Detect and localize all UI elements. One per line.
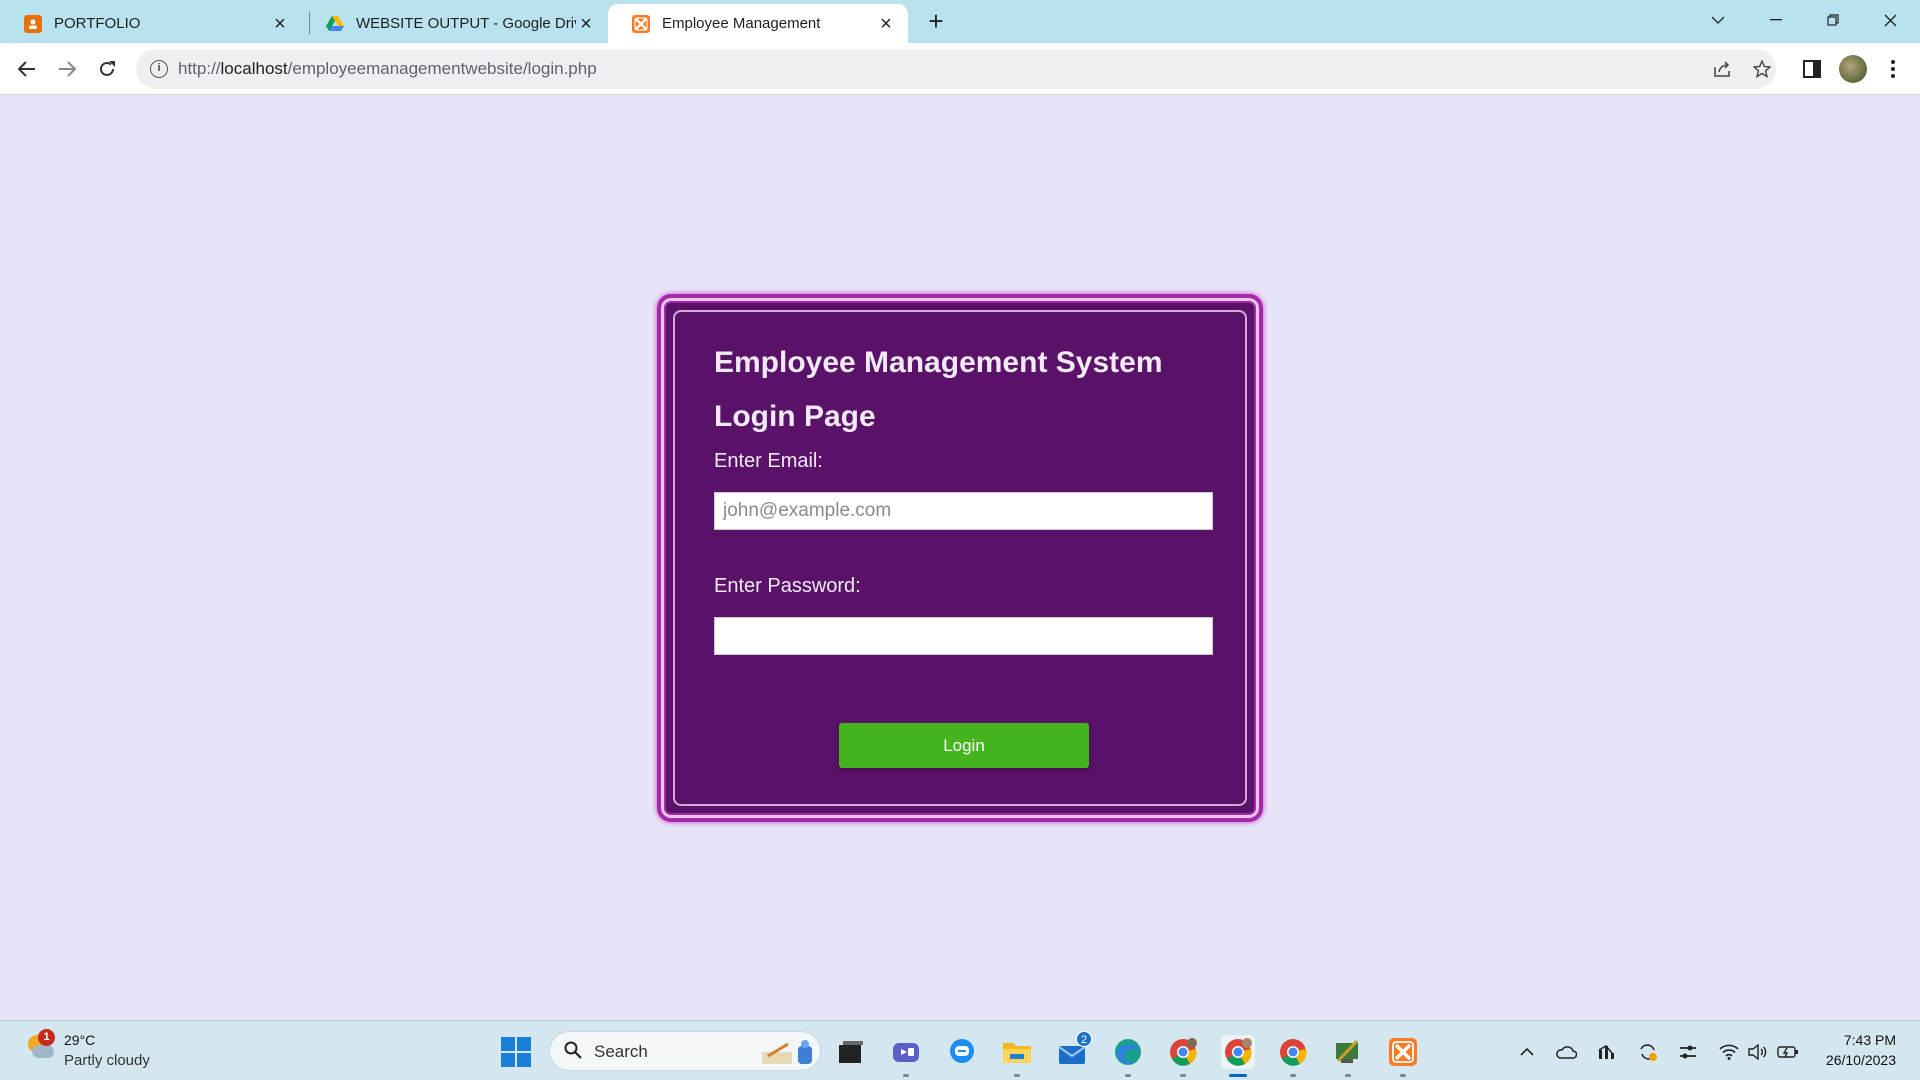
weather-widget-icon[interactable]: 1	[24, 1029, 55, 1063]
performance-meter-icon[interactable]	[1595, 1041, 1619, 1063]
tab-title: WEBSITE OUTPUT - Google Drive	[356, 15, 576, 32]
address-bar[interactable]: i http://localhost/employeemanagementweb…	[136, 49, 1776, 89]
clock-date[interactable]: 26/10/2023	[1826, 1052, 1896, 1068]
login-page-heading: Login Page	[714, 400, 876, 433]
tab-title: PORTFOLIO	[54, 15, 141, 32]
weather-notification-badge: 1	[38, 1029, 55, 1046]
search-highlight-art-icon	[762, 1040, 812, 1064]
share-icon[interactable]	[1710, 57, 1734, 81]
password-label: Enter Password:	[714, 575, 861, 597]
tab-title: Employee Management	[662, 15, 821, 32]
volume-icon[interactable]	[1746, 1041, 1770, 1063]
chrome-icon[interactable]	[1276, 1035, 1310, 1077]
mail-icon[interactable]: 2	[1056, 1031, 1092, 1069]
battery-icon[interactable]	[1776, 1041, 1800, 1063]
sync-update-icon[interactable]	[1636, 1041, 1660, 1063]
weather-temperature[interactable]: 29°C	[64, 1032, 95, 1048]
tab-close-icon[interactable]: ×	[876, 14, 896, 34]
email-label: Enter Email:	[714, 450, 823, 472]
forward-button[interactable]	[51, 53, 83, 85]
teams-icon[interactable]	[889, 1035, 923, 1077]
login-card: Employee Management System Login Page En…	[657, 294, 1263, 822]
close-window-button[interactable]	[1862, 0, 1918, 40]
login-button[interactable]: Login	[839, 723, 1089, 768]
email-field[interactable]	[714, 492, 1213, 530]
show-hidden-icons-chevron-icon[interactable]	[1515, 1041, 1539, 1063]
windows-taskbar: 1 29°C Partly cloudy Search 2 7:43 PM 26…	[0, 1020, 1920, 1080]
browser-tab-strip: PORTFOLIO × WEBSITE OUTPUT - Google Driv…	[0, 0, 1920, 43]
site-info-icon[interactable]: i	[150, 60, 168, 78]
search-icon	[564, 1041, 582, 1059]
url-text: http://localhost/employeemanagementwebsi…	[178, 59, 597, 78]
system-title: Employee Management System	[714, 346, 1163, 379]
tab-google-drive[interactable]: WEBSITE OUTPUT - Google Drive ×	[302, 4, 608, 43]
side-panel-icon[interactable]	[1798, 55, 1826, 83]
profile-avatar[interactable]	[1839, 55, 1867, 83]
password-field[interactable]	[714, 617, 1213, 655]
start-button-icon[interactable]	[501, 1037, 531, 1067]
back-button[interactable]	[11, 53, 43, 85]
tab-portfolio[interactable]: PORTFOLIO ×	[0, 4, 302, 43]
restore-button[interactable]	[1805, 0, 1861, 40]
browser-toolbar: i http://localhost/employeemanagementweb…	[0, 43, 1920, 95]
chrome-active-icon[interactable]	[1221, 1035, 1255, 1077]
onedrive-cloud-icon[interactable]	[1554, 1041, 1578, 1063]
portfolio-favicon	[24, 14, 42, 33]
clock-time[interactable]: 7:43 PM	[1844, 1032, 1896, 1048]
weather-condition[interactable]: Partly cloudy	[64, 1052, 150, 1069]
search-label: Search	[594, 1042, 648, 1061]
tab-search-chevron-icon[interactable]	[1690, 0, 1746, 40]
wifi-icon[interactable]	[1717, 1041, 1741, 1063]
chrome-profile-icon[interactable]	[1166, 1035, 1200, 1077]
settings-toggle-icon[interactable]	[1676, 1041, 1700, 1063]
edge-icon[interactable]	[1111, 1035, 1145, 1077]
google-drive-favicon	[326, 15, 344, 33]
menu-kebab-icon[interactable]	[1879, 55, 1907, 83]
bookmark-star-icon[interactable]	[1750, 57, 1774, 81]
xampp-icon[interactable]	[1386, 1035, 1420, 1077]
xampp-tools-icon[interactable]	[1331, 1035, 1365, 1077]
mail-badge: 2	[1076, 1031, 1092, 1047]
page-content: Employee Management System Login Page En…	[0, 95, 1920, 1020]
file-explorer-icon[interactable]	[1000, 1035, 1034, 1077]
xampp-favicon	[632, 14, 650, 33]
reload-button[interactable]	[91, 53, 123, 85]
new-tab-button[interactable]: +	[922, 8, 950, 36]
minimize-button[interactable]	[1748, 0, 1804, 40]
chat-icon[interactable]	[945, 1035, 979, 1069]
tab-employee-management[interactable]: Employee Management ×	[608, 4, 908, 43]
tab-close-icon[interactable]: ×	[270, 14, 290, 34]
task-view-icon[interactable]	[834, 1035, 868, 1069]
tab-close-icon[interactable]: ×	[576, 14, 596, 34]
taskbar-search-box[interactable]: Search	[549, 1031, 821, 1071]
